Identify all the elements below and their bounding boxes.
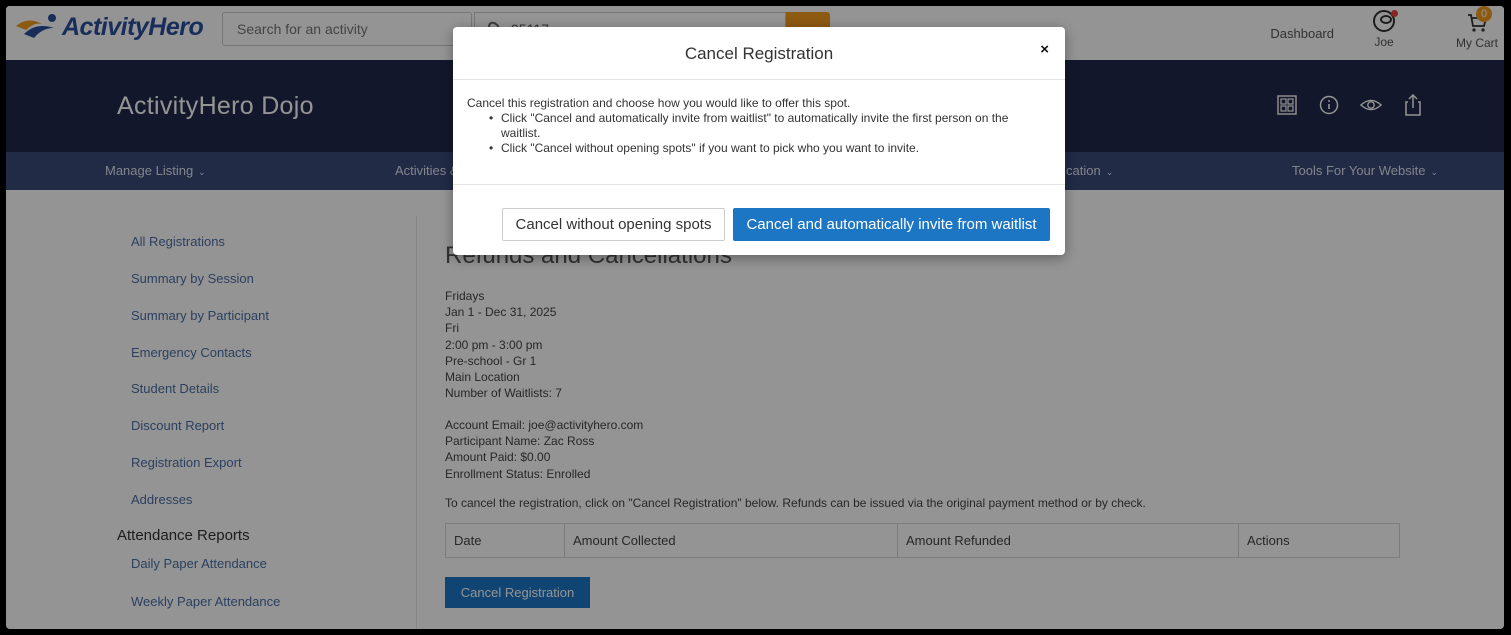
dialog-bullet: Click "Cancel and automatically invite f… bbox=[489, 111, 1047, 141]
dialog-bullet: Click "Cancel without opening spots" if … bbox=[489, 141, 1047, 156]
dialog-header: Cancel Registration × bbox=[453, 27, 1065, 80]
cancel-and-invite-button[interactable]: Cancel and automatically invite from wai… bbox=[733, 208, 1050, 241]
close-icon[interactable]: × bbox=[1040, 41, 1049, 58]
dialog-intro: Cancel this registration and choose how … bbox=[467, 96, 851, 110]
dialog-footer: Cancel without opening spots Cancel and … bbox=[453, 184, 1065, 255]
cancel-without-opening-button[interactable]: Cancel without opening spots bbox=[502, 208, 725, 241]
app-frame: ActivityHero 95117 Dashboard Joe 0 M bbox=[6, 6, 1504, 629]
dialog-body: Cancel this registration and choose how … bbox=[467, 96, 1047, 156]
dialog-title: Cancel Registration bbox=[684, 44, 834, 63]
dialog-bullets: Click "Cancel and automatically invite f… bbox=[489, 111, 1047, 156]
cancel-registration-dialog: Cancel Registration × Cancel this regist… bbox=[453, 27, 1065, 255]
